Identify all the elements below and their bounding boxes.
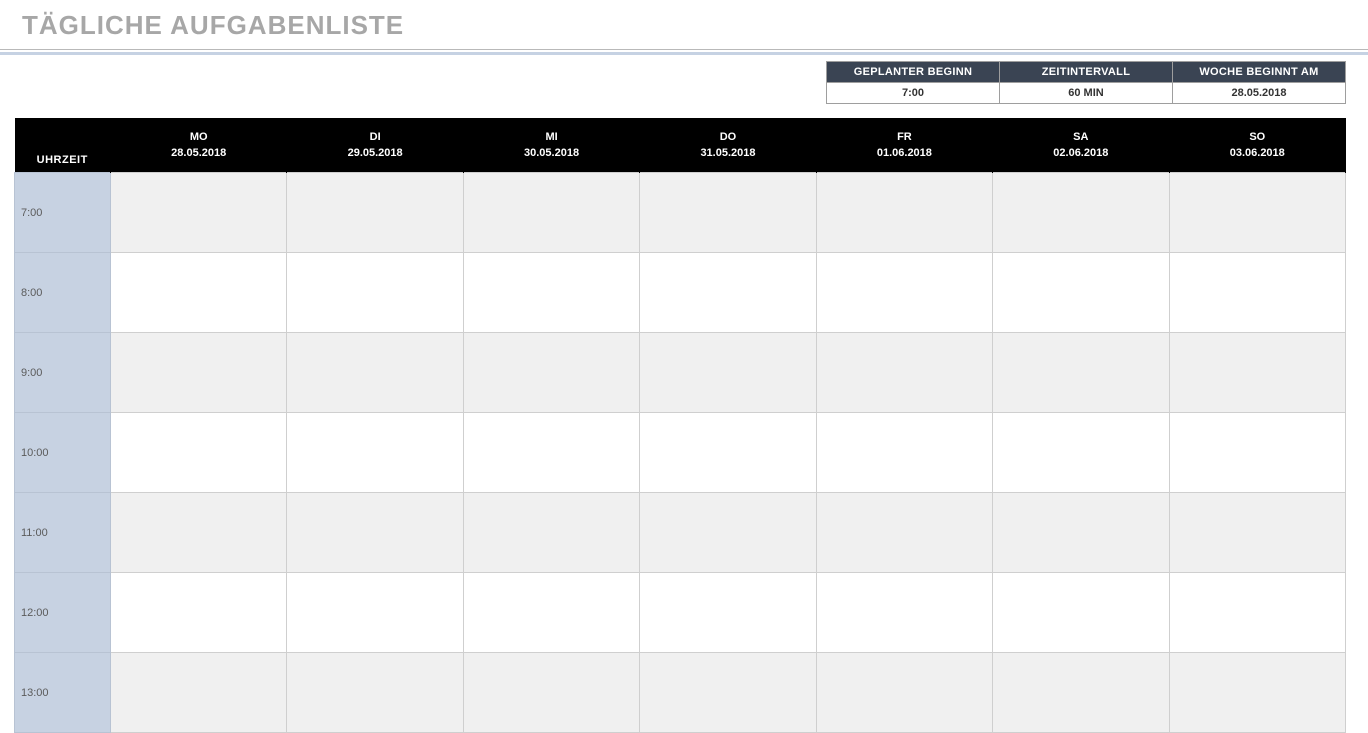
schedule-cell[interactable]	[111, 493, 287, 573]
schedule-cell[interactable]	[640, 573, 816, 653]
col-header-time: UHRZEIT	[15, 118, 111, 173]
col-header-mo: MO 28.05.2018	[111, 118, 287, 173]
schedule-body: 7:00 8:00 9:00 10:00 11:00	[15, 173, 1346, 733]
schedule-cell[interactable]	[111, 173, 287, 253]
schedule-cell[interactable]	[1169, 653, 1345, 733]
schedule-cell[interactable]	[1169, 573, 1345, 653]
schedule-cell[interactable]	[111, 413, 287, 493]
schedule-cell[interactable]	[640, 413, 816, 493]
schedule-cell[interactable]	[640, 173, 816, 253]
day-label: MO	[111, 130, 286, 144]
schedule-cell[interactable]	[463, 333, 639, 413]
schedule-cell[interactable]	[1169, 413, 1345, 493]
schedule-cell[interactable]	[640, 253, 816, 333]
schedule-cell[interactable]	[816, 333, 992, 413]
schedule-row: 7:00	[15, 173, 1346, 253]
page-title: TÄGLICHE AUFGABENLISTE	[0, 0, 1368, 49]
schedule-cell[interactable]	[993, 173, 1169, 253]
schedule-cell[interactable]	[1169, 333, 1345, 413]
schedule-cell[interactable]	[287, 493, 463, 573]
schedule-cell[interactable]	[463, 413, 639, 493]
time-cell: 10:00	[15, 413, 111, 493]
schedule-cell[interactable]	[463, 173, 639, 253]
time-cell: 12:00	[15, 573, 111, 653]
meta-settings-table: GEPLANTER BEGINN ZEITINTERVALL WOCHE BEG…	[826, 61, 1346, 104]
day-date: 01.06.2018	[817, 146, 992, 160]
day-label: SA	[993, 130, 1168, 144]
day-date: 29.05.2018	[287, 146, 462, 160]
day-label: DI	[287, 130, 462, 144]
day-date: 02.06.2018	[993, 146, 1168, 160]
schedule-row: 8:00	[15, 253, 1346, 333]
schedule-cell[interactable]	[287, 573, 463, 653]
time-cell: 13:00	[15, 653, 111, 733]
time-cell: 9:00	[15, 333, 111, 413]
schedule-row: 10:00	[15, 413, 1346, 493]
col-header-sa: SA 02.06.2018	[993, 118, 1169, 173]
schedule-cell[interactable]	[1169, 173, 1345, 253]
schedule-row: 11:00	[15, 493, 1346, 573]
col-header-so: SO 03.06.2018	[1169, 118, 1345, 173]
schedule-cell[interactable]	[993, 653, 1169, 733]
day-label: MI	[464, 130, 639, 144]
schedule-cell[interactable]	[816, 573, 992, 653]
schedule-cell[interactable]	[287, 653, 463, 733]
schedule-cell[interactable]	[463, 493, 639, 573]
col-header-fr: FR 01.06.2018	[816, 118, 992, 173]
meta-header-interval: ZEITINTERVALL	[1000, 62, 1173, 83]
meta-value-interval[interactable]: 60 MIN	[1000, 83, 1173, 104]
schedule-cell[interactable]	[640, 493, 816, 573]
schedule-cell[interactable]	[816, 413, 992, 493]
schedule-row: 9:00	[15, 333, 1346, 413]
meta-value-start[interactable]: 7:00	[827, 83, 1000, 104]
day-label: FR	[817, 130, 992, 144]
schedule-row: 12:00	[15, 573, 1346, 653]
schedule-cell[interactable]	[111, 253, 287, 333]
schedule-cell[interactable]	[640, 333, 816, 413]
col-header-mi: MI 30.05.2018	[463, 118, 639, 173]
schedule-cell[interactable]	[993, 413, 1169, 493]
schedule-cell[interactable]	[463, 573, 639, 653]
meta-header-start: GEPLANTER BEGINN	[827, 62, 1000, 83]
day-date: 03.06.2018	[1170, 146, 1345, 160]
schedule-cell[interactable]	[287, 173, 463, 253]
schedule-cell[interactable]	[816, 173, 992, 253]
col-header-do: DO 31.05.2018	[640, 118, 816, 173]
schedule-cell[interactable]	[993, 253, 1169, 333]
schedule-cell[interactable]	[287, 413, 463, 493]
schedule-row: 13:00	[15, 653, 1346, 733]
day-label: SO	[1170, 130, 1345, 144]
time-cell: 8:00	[15, 253, 111, 333]
schedule-cell[interactable]	[640, 653, 816, 733]
schedule-cell[interactable]	[816, 493, 992, 573]
day-date: 30.05.2018	[464, 146, 639, 160]
schedule-cell[interactable]	[993, 493, 1169, 573]
time-cell: 11:00	[15, 493, 111, 573]
meta-value-week[interactable]: 28.05.2018	[1173, 83, 1346, 104]
col-header-di: DI 29.05.2018	[287, 118, 463, 173]
schedule-cell[interactable]	[1169, 493, 1345, 573]
schedule-cell[interactable]	[287, 333, 463, 413]
schedule-cell[interactable]	[111, 573, 287, 653]
schedule-cell[interactable]	[816, 253, 992, 333]
time-cell: 7:00	[15, 173, 111, 253]
schedule-cell[interactable]	[993, 333, 1169, 413]
schedule-cell[interactable]	[993, 573, 1169, 653]
meta-header-week: WOCHE BEGINNT AM	[1173, 62, 1346, 83]
day-label: DO	[640, 130, 815, 144]
schedule-cell[interactable]	[111, 653, 287, 733]
schedule-table: UHRZEIT MO 28.05.2018 DI 29.05.2018 MI 30.0…	[14, 118, 1346, 733]
schedule-cell[interactable]	[463, 653, 639, 733]
schedule-cell[interactable]	[816, 653, 992, 733]
schedule-cell[interactable]	[463, 253, 639, 333]
schedule-cell[interactable]	[1169, 253, 1345, 333]
schedule-cell[interactable]	[287, 253, 463, 333]
divider	[0, 49, 1368, 50]
day-date: 31.05.2018	[640, 146, 815, 160]
day-date: 28.05.2018	[111, 146, 286, 160]
schedule-cell[interactable]	[111, 333, 287, 413]
